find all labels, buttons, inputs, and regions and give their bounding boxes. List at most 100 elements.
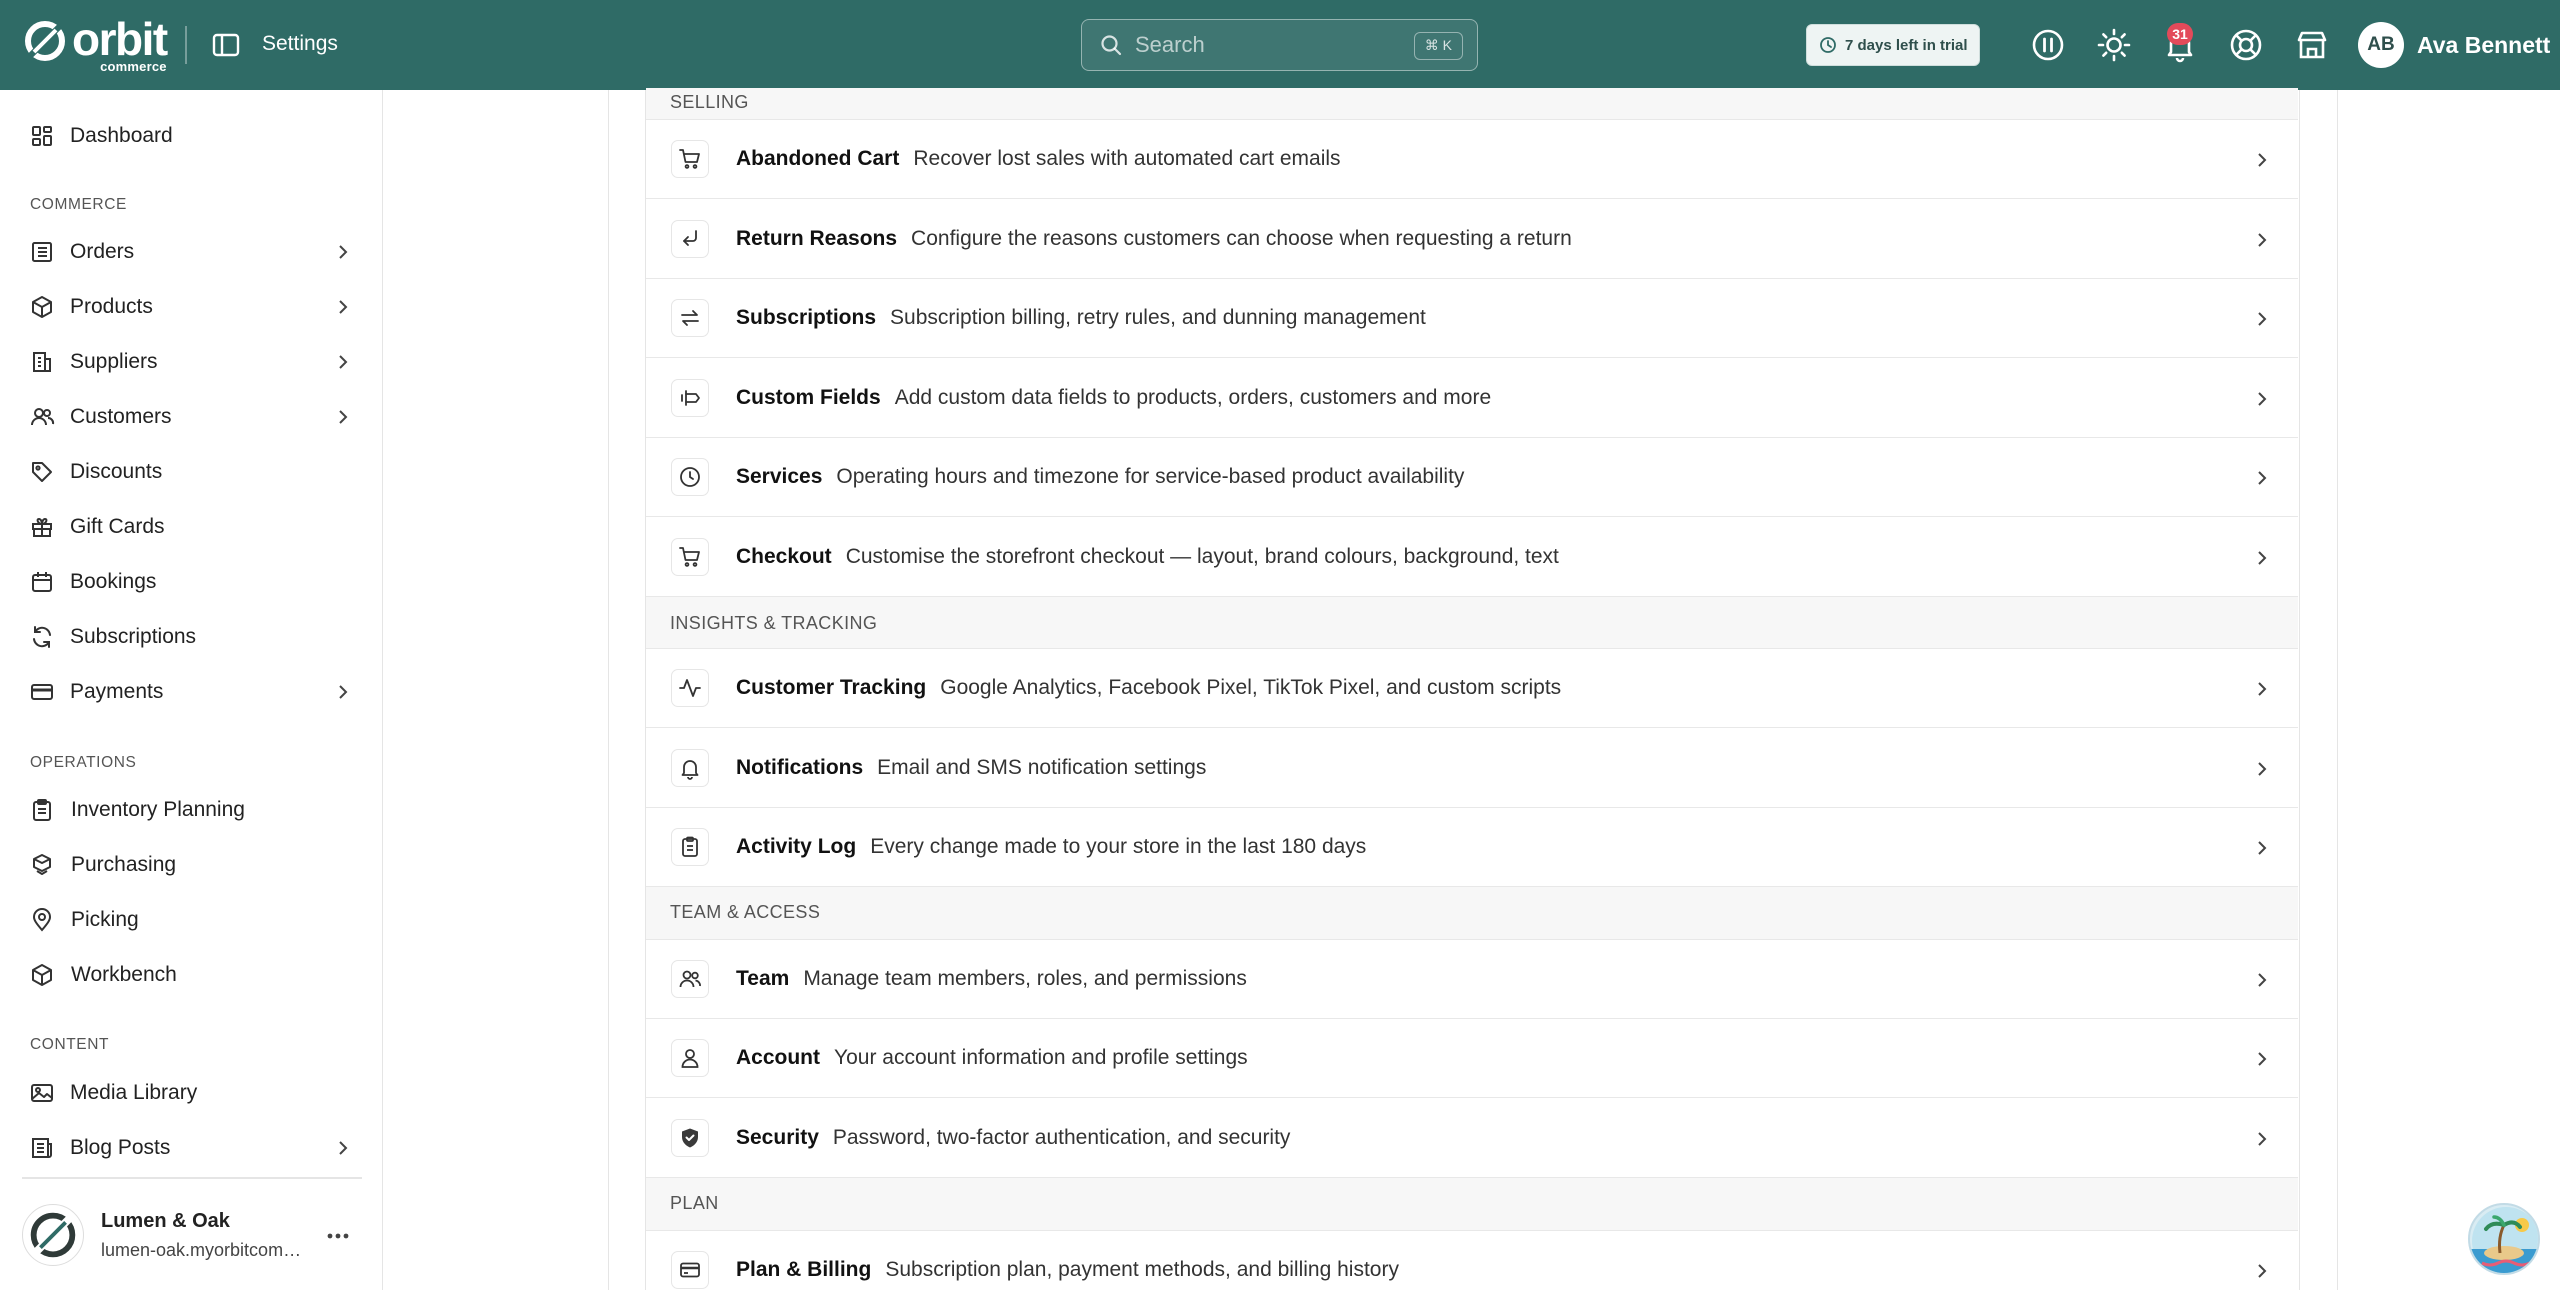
row-title: Plan & Billing [736, 1258, 872, 1281]
chevron-right-icon [2258, 1132, 2267, 1146]
settings-row-customer-tracking[interactable]: Customer Tracking Google Analytics, Faceb… [646, 649, 2298, 728]
sidebar-item-label: Workbench [71, 963, 177, 986]
calendar-icon [32, 572, 52, 592]
sidebar-item-suppliers[interactable]: Suppliers [0, 342, 383, 382]
chevron-right-icon [339, 355, 348, 369]
sidebar-item-blog-posts[interactable]: Blog Posts [0, 1128, 383, 1168]
logo-wordmark: orbit commerce [72, 13, 168, 74]
settings-row-plan-billing[interactable]: Plan & Billing Subscription plan, payment… [646, 1231, 2298, 1290]
chevron-right-icon [2258, 1264, 2267, 1278]
settings-row-subscriptions[interactable]: Subscriptions Subscription billing, retry… [646, 279, 2298, 358]
trial-badge[interactable]: 7 days left in trial [1806, 24, 1980, 66]
sidebar-item-label: Customers [70, 405, 172, 428]
tag-icon [32, 462, 52, 482]
refresh-icon [33, 626, 51, 648]
settings-row-activity-log[interactable]: Activity Log Every change made to your st… [646, 808, 2298, 887]
settings-row-account[interactable]: Account Your account information and prof… [646, 1019, 2298, 1098]
row-description: Email and SMS notification settings [877, 756, 1207, 779]
section-header-plan: PLAN [646, 1178, 2298, 1231]
user-name[interactable]: Ava Bennett [2417, 32, 2550, 59]
settings-row-security[interactable]: Security Password, two-factor authenticat… [646, 1099, 2298, 1178]
user-avatar[interactable]: AB [2358, 22, 2404, 68]
chevron-right-icon [339, 245, 348, 259]
section-header-selling: SELLING [646, 88, 2298, 120]
chevron-right-icon [2258, 312, 2267, 326]
sidebar-item-subscriptions[interactable]: Subscriptions [0, 617, 383, 657]
clipboard-icon [33, 799, 51, 821]
help-lifebuoy-icon[interactable] [2228, 27, 2264, 63]
sidebar-divider [22, 1177, 362, 1179]
sidebar-item-inventory-planning[interactable]: Inventory Planning [0, 790, 383, 830]
sidebar: Dashboard COMMERCE Orders Products Suppl… [0, 90, 383, 1290]
sidebar-toggle-icon[interactable] [210, 29, 242, 61]
box-icon [32, 296, 52, 318]
sidebar-item-payments[interactable]: Payments [0, 672, 383, 712]
row-description: Google Analytics, Facebook Pixel, TikTok… [940, 676, 1562, 699]
row-description: Your account information and profile set… [834, 1046, 1248, 1069]
card-icon [31, 684, 53, 700]
settings-row-checkout[interactable]: Checkout Customise the storefront checkou… [646, 518, 2298, 597]
pause-icon[interactable] [2030, 27, 2066, 63]
chevron-right-icon [2258, 1052, 2267, 1066]
settings-list: SELLING Abandoned Cart Recover lost sales… [645, 88, 2300, 1290]
row-title: Abandoned Cart [736, 147, 900, 170]
sidebar-item-label: Subscriptions [70, 625, 197, 648]
bell-icon [671, 749, 709, 787]
more-options-icon[interactable] [322, 1220, 354, 1252]
sidebar-item-picking[interactable]: Picking [0, 900, 383, 940]
sidebar-item-purchasing[interactable]: Purchasing [0, 845, 383, 885]
store-logo-icon[interactable] [22, 1204, 84, 1266]
sidebar-item-discounts[interactable]: Discounts [0, 452, 383, 492]
orbit-logo[interactable]: orbit commerce [22, 13, 168, 74]
sidebar-item-customers[interactable]: Customers [0, 397, 383, 437]
boxes-icon [33, 854, 51, 875]
user-icon [671, 1039, 709, 1077]
row-title: Account [736, 1046, 820, 1069]
sidebar-section-content: CONTENT [30, 1036, 110, 1053]
clock-icon [1820, 37, 1836, 53]
gift-icon [32, 517, 52, 537]
trial-label: 7 days left in trial [1845, 36, 1968, 54]
sidebar-item-label: Bookings [70, 570, 157, 593]
chevron-right-icon [339, 300, 348, 314]
settings-row-custom-fields[interactable]: Custom Fields Add custom data fields to p… [646, 359, 2298, 438]
search-input[interactable] [1135, 32, 1395, 58]
settings-row-return-reasons[interactable]: Return Reasons Configure the reasons cust… [646, 200, 2298, 279]
row-description: Customise the storefront checkout — layo… [845, 545, 1559, 568]
store-icon[interactable] [2294, 27, 2330, 63]
sidebar-item-media-library[interactable]: Media Library [0, 1073, 383, 1113]
sidebar-item-bookings[interactable]: Bookings [0, 562, 383, 602]
chevron-right-icon [2258, 841, 2267, 855]
sidebar-item-label: Payments [70, 680, 164, 703]
sidebar-item-dashboard[interactable]: Dashboard [0, 116, 383, 156]
clock-icon [671, 458, 709, 496]
row-description: Manage team members, roles, and permissi… [803, 967, 1247, 990]
sidebar-item-orders[interactable]: Orders [0, 232, 383, 272]
orders-icon [32, 242, 52, 262]
building-icon [33, 352, 51, 372]
row-description: Operating hours and timezone for service… [836, 465, 1465, 488]
section-header-team-access: TEAM & ACCESS [646, 887, 2298, 940]
sidebar-item-label: Suppliers [70, 350, 158, 373]
top-bar: orbit commerce Settings ⌘ K 7 days left … [0, 0, 2560, 90]
sidebar-item-label: Gift Cards [70, 515, 165, 538]
cart-icon [671, 140, 709, 178]
sun-icon[interactable] [2096, 27, 2132, 63]
settings-row-team[interactable]: Team Manage team members, roles, and perm… [646, 940, 2298, 1019]
chevron-right-icon [339, 685, 348, 699]
settings-row-abandoned-cart[interactable]: Abandoned Cart Recover lost sales with au… [646, 120, 2298, 199]
sidebar-item-products[interactable]: Products [0, 287, 383, 327]
settings-row-services[interactable]: Services Operating hours and timezone for… [646, 438, 2298, 517]
chevron-right-icon [2258, 471, 2267, 485]
search-box[interactable]: ⌘ K [1081, 19, 1478, 71]
row-title: Return Reasons [736, 227, 898, 250]
sidebar-item-gift-cards[interactable]: Gift Cards [0, 507, 383, 547]
sidebar-item-workbench[interactable]: Workbench [0, 955, 383, 995]
chevron-right-icon [2258, 233, 2267, 247]
sidebar-section-operations: OPERATIONS [30, 754, 137, 771]
settings-row-notifications[interactable]: Notifications Email and SMS notification … [646, 729, 2298, 808]
assistant-chat-button[interactable] [2468, 1203, 2540, 1275]
row-title: Notifications [736, 756, 864, 779]
orbit-logo-icon [25, 21, 65, 61]
chevron-right-icon [339, 1141, 348, 1155]
